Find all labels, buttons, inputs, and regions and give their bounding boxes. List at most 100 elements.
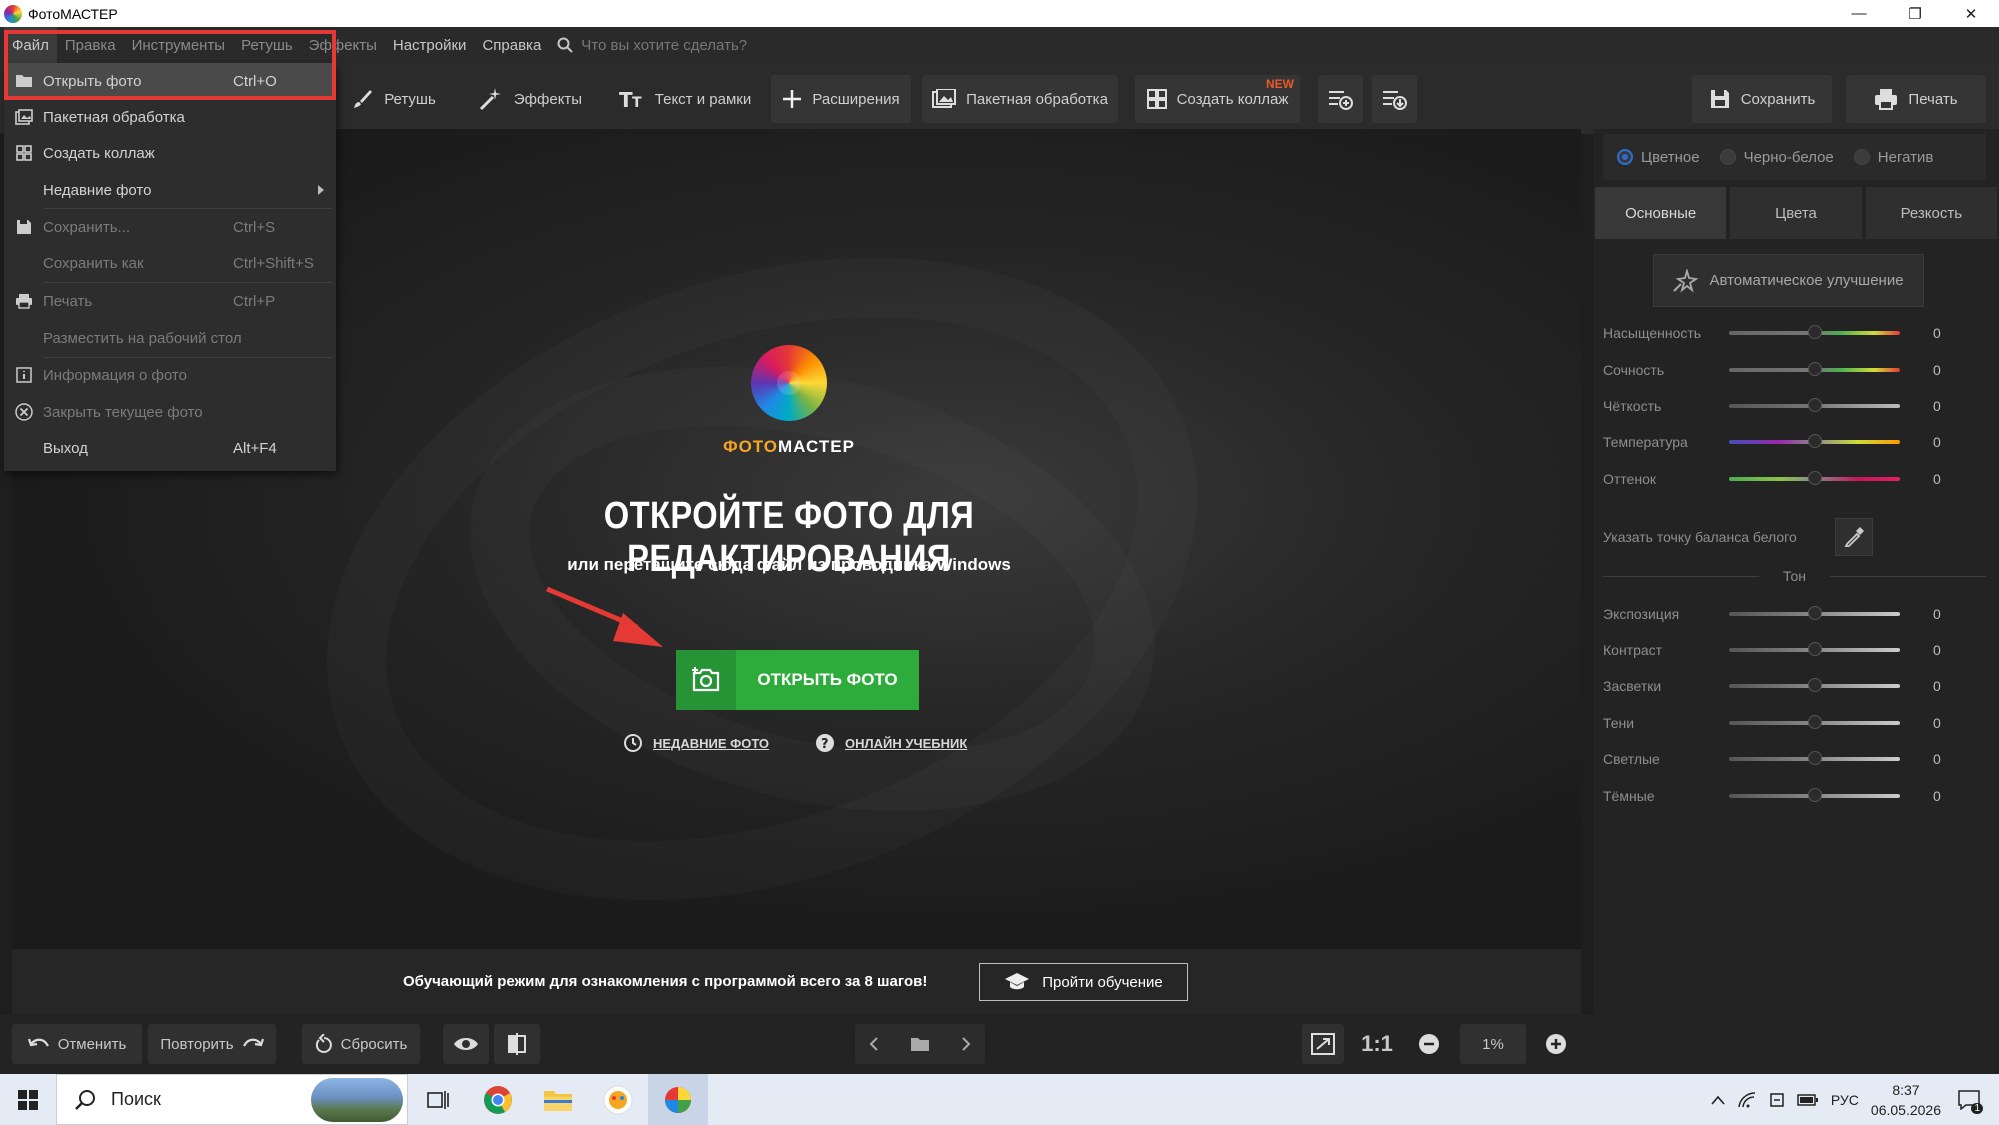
open-photo-button[interactable]: ОТКРЫТЬ ФОТО (676, 650, 919, 710)
command-search-input[interactable]: Что вы хотите сделать? (581, 37, 747, 54)
action-center-button[interactable]: 1 (1953, 1084, 1985, 1116)
temperature-slider[interactable] (1729, 434, 1900, 448)
battery-icon[interactable] (1797, 1093, 1819, 1107)
menu-settings[interactable]: Настройки (385, 27, 475, 63)
slider-knob[interactable] (1808, 362, 1822, 376)
vibrance-slider[interactable] (1729, 362, 1900, 376)
open-folder-button[interactable] (901, 1036, 939, 1052)
preview-toggle-button[interactable] (443, 1024, 489, 1064)
printer-icon (14, 291, 34, 311)
chrome-taskbar-button[interactable] (468, 1074, 528, 1125)
redo-button[interactable]: Повторить (148, 1024, 276, 1064)
slider-knob[interactable] (1808, 606, 1822, 620)
file-menu-save-as[interactable]: Сохранить как Ctrl+Shift+S (4, 245, 336, 281)
file-menu-print[interactable]: Печать Ctrl+P (4, 283, 336, 319)
print-button[interactable]: Печать (1846, 75, 1986, 123)
download-preset-button[interactable] (1372, 75, 1417, 123)
file-menu-save[interactable]: Сохранить... Ctrl+S (4, 209, 336, 245)
task-view-button[interactable] (408, 1074, 468, 1125)
online-tutorial-link[interactable]: ? ОНЛАЙН УЧЕБНИК (815, 733, 967, 753)
slider-knob[interactable] (1808, 642, 1822, 656)
shadows-value: 0 (1933, 715, 1941, 731)
create-collage-button[interactable]: Создать коллаж NEW (1135, 75, 1300, 123)
chevron-up-icon[interactable] (1711, 1095, 1725, 1105)
file-menu-photo-info[interactable]: Информация о фото (4, 357, 336, 393)
restore-button[interactable]: ❐ (1887, 0, 1943, 27)
extensions-button[interactable]: Расширения (771, 75, 911, 123)
messenger-taskbar-button[interactable] (588, 1074, 648, 1125)
auto-enhance-button[interactable]: Автоматическое улучшение (1653, 254, 1924, 307)
slider-knob[interactable] (1808, 751, 1822, 765)
next-photo-button[interactable] (947, 1036, 985, 1052)
start-tutorial-button[interactable]: Пройти обучение (979, 963, 1188, 1001)
fit-to-screen-button[interactable] (1302, 1024, 1344, 1064)
undo-button[interactable]: Отменить (12, 1024, 142, 1064)
file-menu-recent-photos[interactable]: Недавние фото (4, 172, 336, 208)
batch-processing-button[interactable]: Пакетная обработка (922, 75, 1118, 123)
shadows-slider[interactable] (1729, 715, 1900, 729)
taskbar-clock[interactable]: 8:37 06.05.2026 (1871, 1080, 1941, 1120)
zoom-out-button[interactable] (1409, 1024, 1449, 1064)
white-balance-row: Указать точку баланса белого (1603, 517, 1986, 557)
slider-knob[interactable] (1808, 788, 1822, 802)
slider-knob[interactable] (1808, 471, 1822, 485)
save-button[interactable]: Сохранить (1692, 75, 1832, 123)
file-menu-exit[interactable]: Выход Alt+F4 (4, 430, 336, 466)
slider-knob[interactable] (1808, 715, 1822, 729)
mode-negative-radio[interactable]: Негатив (1853, 149, 1933, 166)
reset-button[interactable]: Сбросить (302, 1024, 420, 1064)
tint-slider[interactable] (1729, 471, 1900, 485)
camera-add-icon (676, 650, 736, 710)
effects-button[interactable]: Эффекты (465, 75, 595, 123)
actual-size-button[interactable]: 1:1 (1357, 1024, 1397, 1064)
file-menu-close-photo[interactable]: Закрыть текущее фото (4, 394, 336, 430)
zoom-in-button[interactable] (1536, 1024, 1576, 1064)
tint-value: 0 (1933, 471, 1941, 487)
clock-icon (624, 734, 642, 752)
file-menu-item-label: Пакетная обработка (43, 108, 185, 126)
start-button[interactable] (0, 1074, 56, 1125)
close-window-button[interactable]: ✕ (1943, 0, 1999, 27)
file-menu-set-desktop[interactable]: Разместить на рабочий стол (4, 320, 336, 356)
menu-help[interactable]: Справка (474, 27, 549, 63)
slider-knob[interactable] (1808, 398, 1822, 412)
slider-knob[interactable] (1808, 678, 1822, 692)
compare-button[interactable] (494, 1024, 540, 1064)
mode-bw-radio[interactable]: Черно-белое (1719, 149, 1834, 166)
file-menu-batch[interactable]: Пакетная обработка (4, 99, 336, 135)
explorer-taskbar-button[interactable] (528, 1074, 588, 1125)
contrast-label: Контраст (1603, 642, 1663, 658)
retouch-button[interactable]: Ретушь (335, 75, 453, 123)
tab-sharpness[interactable]: Резкость (1865, 187, 1997, 239)
white-balance-picker-button[interactable] (1835, 518, 1873, 556)
contrast-slider[interactable] (1729, 642, 1900, 656)
whites-slider[interactable] (1729, 751, 1900, 765)
eye-icon (454, 1038, 478, 1050)
taskbar-search[interactable]: Поиск (56, 1074, 408, 1125)
zoom-level[interactable]: 1% (1460, 1024, 1526, 1064)
slider-knob[interactable] (1808, 325, 1822, 339)
device-icon[interactable] (1769, 1092, 1785, 1108)
tab-colors[interactable]: Цвета (1730, 187, 1862, 239)
clarity-slider[interactable] (1729, 398, 1900, 412)
recent-photos-link[interactable]: НЕДАВНИЕ ФОТО (623, 733, 769, 753)
auto-enhance-label: Автоматическое улучшение (1709, 272, 1904, 289)
file-menu-collage[interactable]: Создать коллаж (4, 135, 336, 171)
saturation-slider[interactable] (1729, 325, 1900, 339)
blacks-slider[interactable] (1729, 788, 1900, 802)
highlights-slider[interactable] (1729, 678, 1900, 692)
language-indicator[interactable]: РУС (1831, 1092, 1859, 1108)
mode-color-radio[interactable]: Цветное (1617, 149, 1700, 166)
exposure-slider[interactable] (1729, 606, 1900, 620)
tab-basic[interactable]: Основные (1595, 187, 1727, 239)
previous-photo-button[interactable] (855, 1036, 893, 1052)
add-preset-button[interactable] (1318, 75, 1363, 123)
wifi-icon[interactable] (1737, 1091, 1757, 1108)
fotomaster-taskbar-button[interactable] (648, 1074, 708, 1125)
slider-knob[interactable] (1808, 434, 1822, 448)
shadows-slider-row: Тени 0 (1603, 711, 1983, 735)
command-search[interactable]: Что вы хотите сделать? (557, 37, 747, 54)
online-tutorial-label: ОНЛАЙН УЧЕБНИК (845, 735, 968, 751)
minimize-button[interactable]: — (1831, 0, 1887, 27)
text-frames-button[interactable]: TT Текст и рамки (610, 75, 760, 123)
